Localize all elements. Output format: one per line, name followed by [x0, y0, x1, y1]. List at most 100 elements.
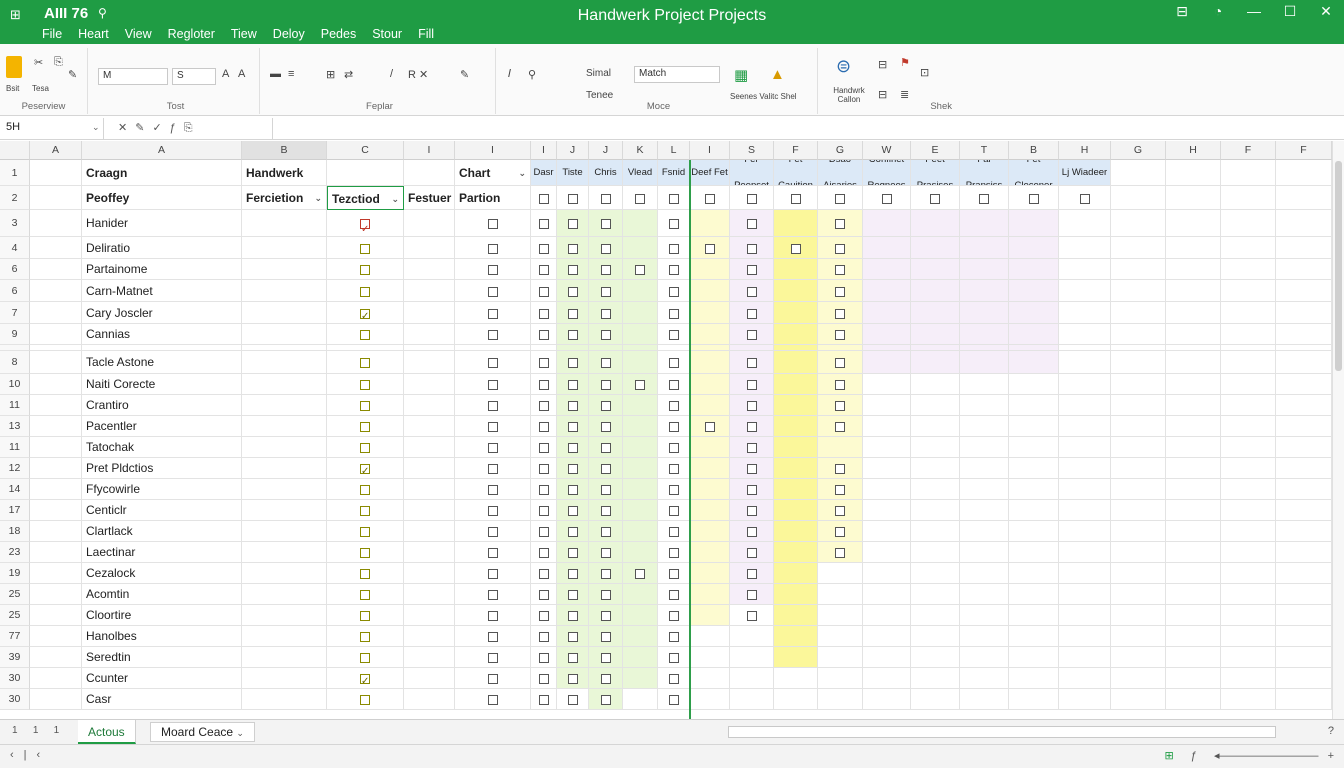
checkbox[interactable]: [567, 589, 578, 600]
checkbox[interactable]: [487, 286, 498, 297]
checkbox[interactable]: [600, 610, 611, 621]
checkbox[interactable]: [835, 218, 845, 229]
cell[interactable]: [589, 458, 623, 479]
checkbox[interactable]: [600, 694, 611, 705]
cell[interactable]: [327, 500, 404, 521]
cell[interactable]: [911, 416, 960, 437]
cell[interactable]: [30, 210, 82, 237]
row-header[interactable]: 39: [0, 647, 30, 668]
ribbon-display-icon[interactable]: ⊟: [1164, 3, 1200, 20]
cell[interactable]: [327, 668, 404, 689]
cell[interactable]: [30, 416, 82, 437]
cell[interactable]: [1221, 542, 1276, 563]
cell[interactable]: [557, 605, 589, 626]
cell[interactable]: [242, 324, 327, 345]
cell[interactable]: [690, 351, 730, 374]
cell[interactable]: [1276, 186, 1332, 210]
cell[interactable]: [690, 210, 730, 237]
cell[interactable]: [242, 689, 327, 710]
cell[interactable]: [1166, 647, 1221, 668]
match-combo[interactable]: Match: [634, 66, 720, 83]
cell[interactable]: [774, 479, 818, 500]
cell[interactable]: [1059, 647, 1111, 668]
checkbox[interactable]: [567, 526, 578, 537]
cell[interactable]: [774, 186, 818, 210]
cell[interactable]: [1166, 302, 1221, 324]
cell[interactable]: Cary Joscler: [82, 302, 242, 324]
cell[interactable]: [404, 351, 455, 374]
cell[interactable]: [863, 210, 911, 237]
cell[interactable]: [404, 324, 455, 345]
cell[interactable]: [455, 374, 531, 395]
cell[interactable]: [623, 563, 658, 584]
cell[interactable]: [1276, 626, 1332, 647]
cell[interactable]: [1276, 479, 1332, 500]
cell[interactable]: [730, 302, 774, 324]
cell[interactable]: [1111, 437, 1166, 458]
cell[interactable]: [455, 324, 531, 345]
checkbox[interactable]: [835, 526, 845, 537]
row-header[interactable]: 6: [0, 280, 30, 302]
cell[interactable]: [1221, 626, 1276, 647]
cell[interactable]: [1009, 458, 1059, 479]
cell[interactable]: [1221, 437, 1276, 458]
cell[interactable]: [774, 542, 818, 563]
cell[interactable]: [404, 584, 455, 605]
checkbox[interactable]: [600, 193, 611, 204]
cell[interactable]: [1059, 237, 1111, 259]
cell[interactable]: [658, 280, 690, 302]
cell[interactable]: [557, 479, 589, 500]
cell[interactable]: [960, 668, 1009, 689]
cell[interactable]: [404, 647, 455, 668]
cell[interactable]: [690, 302, 730, 324]
cell[interactable]: [690, 563, 730, 584]
cell[interactable]: [730, 500, 774, 521]
cell[interactable]: [327, 458, 404, 479]
cell[interactable]: [658, 689, 690, 710]
cell[interactable]: [818, 479, 863, 500]
row-header[interactable]: 77: [0, 626, 30, 647]
cell[interactable]: [531, 324, 557, 345]
cell[interactable]: [774, 237, 818, 259]
cell[interactable]: [1009, 689, 1059, 710]
cell[interactable]: [1009, 210, 1059, 237]
cell[interactable]: [531, 542, 557, 563]
cell[interactable]: [863, 605, 911, 626]
cell[interactable]: [30, 647, 82, 668]
cell[interactable]: [960, 237, 1009, 259]
cell[interactable]: [658, 563, 690, 584]
cell[interactable]: [557, 437, 589, 458]
cell[interactable]: [863, 479, 911, 500]
checkbox[interactable]: [360, 610, 370, 621]
checkbox[interactable]: [668, 610, 679, 621]
cell[interactable]: [327, 259, 404, 280]
checkbox[interactable]: [487, 442, 498, 453]
cell[interactable]: [658, 647, 690, 668]
checkbox[interactable]: [746, 484, 757, 495]
checkbox[interactable]: [567, 442, 578, 453]
checkbox[interactable]: [567, 379, 578, 390]
cell[interactable]: [1166, 186, 1221, 210]
checkbox[interactable]: [567, 652, 578, 663]
checkbox[interactable]: [668, 547, 679, 558]
cell[interactable]: [1009, 280, 1059, 302]
cell[interactable]: [623, 500, 658, 521]
cell[interactable]: [1276, 374, 1332, 395]
checkbox[interactable]: [668, 589, 679, 600]
cell[interactable]: [531, 689, 557, 710]
cell[interactable]: [1221, 668, 1276, 689]
cell[interactable]: [327, 563, 404, 584]
cell[interactable]: Clartlack: [82, 521, 242, 542]
share-icon[interactable]: ◔: [1200, 3, 1236, 20]
cell[interactable]: [774, 351, 818, 374]
font-combo[interactable]: M: [98, 68, 168, 85]
cell[interactable]: [589, 210, 623, 237]
sheet-nav-prev[interactable]: 1: [12, 725, 33, 736]
cell[interactable]: [1059, 302, 1111, 324]
cell[interactable]: [1166, 605, 1221, 626]
cell[interactable]: [911, 647, 960, 668]
checkbox[interactable]: [668, 308, 679, 319]
checkbox[interactable]: [746, 329, 757, 340]
list-icon[interactable]: ≣: [900, 88, 909, 101]
cell[interactable]: [1059, 500, 1111, 521]
